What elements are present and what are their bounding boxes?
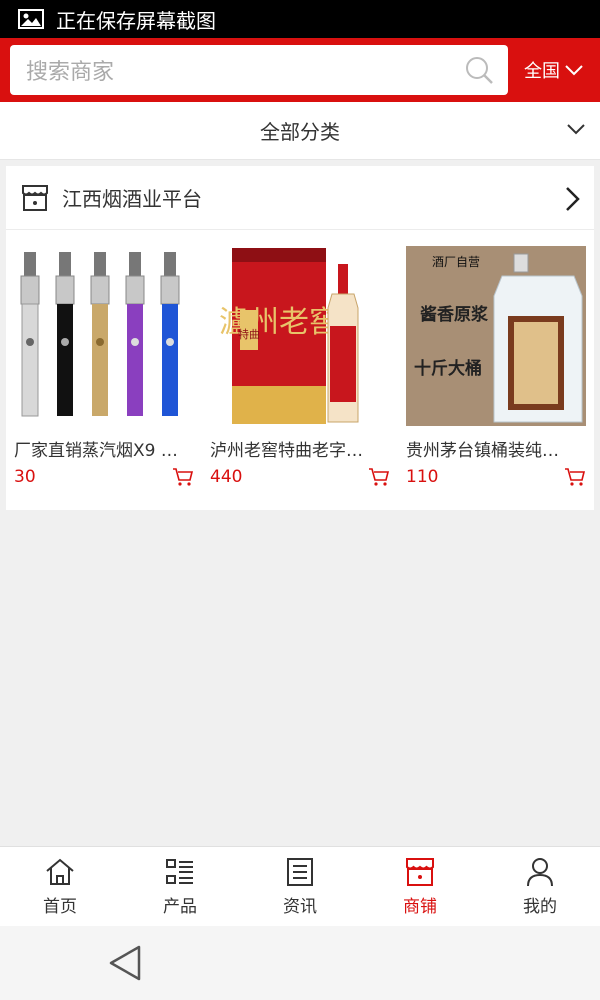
nav-item-home[interactable]: 首页 [0,847,120,926]
list-icon [166,859,193,884]
product-price: 440 [210,467,243,487]
category-label: 全部分类 [260,120,340,144]
nav-item-products[interactable]: 产品 [120,847,240,926]
product-image-big-text: 十斤大桶 [414,358,482,379]
product-image-top-text: 酒厂自营 [432,255,480,269]
shop-name: 江西烟酒业平台 [62,187,202,211]
news-icon [287,858,313,886]
search-input[interactable]: 搜索商家 [10,45,508,95]
chevron-down-icon [565,65,583,76]
home-icon [46,858,74,885]
search-placeholder: 搜索商家 [26,60,115,85]
product-item[interactable]: 瀘州老窖 特曲 泸州老窖特曲老字… 440 [210,246,390,487]
product-list: 厂家直销蒸汽烟X9 … 30 瀘州老窖 特曲 泸州老窖特曲老字… 440 酒厂自… [6,246,594,487]
nav-label: 首页 [43,897,77,917]
shop-header[interactable]: 江西烟酒业平台 [6,166,594,230]
nav-item-profile[interactable]: 我的 [480,847,600,926]
product-image-side-text: 特曲 [238,327,260,341]
search-icon[interactable] [464,55,494,85]
cart-icon[interactable] [368,467,390,487]
product-name: 厂家直销蒸汽烟X9 … [14,441,178,461]
product-item[interactable]: 酒厂自营 酱香原浆 十斤大桶 贵州茅台镇桶装纯… 110 [406,246,586,487]
shop-card: 江西烟酒业平台 厂家直销蒸汽烟X9 … 30 瀘州老窖 特曲 泸州老窖特曲老字…… [6,166,594,510]
shop-icon [406,858,434,886]
system-nav-bar [0,926,600,1000]
back-icon[interactable] [108,944,142,982]
nav-label: 产品 [163,897,197,917]
store-icon [22,184,48,211]
nav-label: 我的 [523,897,557,917]
product-item[interactable]: 厂家直销蒸汽烟X9 … 30 [14,246,194,487]
product-image-baijiu-box[interactable]: 瀘州老窖 特曲 [210,246,390,426]
nav-item-shops[interactable]: 商铺 [360,847,480,926]
nav-label: 商铺 [403,897,437,917]
cart-icon[interactable] [172,467,194,487]
product-image-liquor-jug[interactable]: 酒厂自营 酱香原浆 十斤大桶 [406,246,586,426]
status-bar: 正在保存屏幕截图 [0,0,600,38]
region-label: 全国 [524,61,560,82]
product-image-main-text: 酱香原浆 [420,304,489,325]
region-selector[interactable]: 全国 [508,57,600,83]
product-name: 贵州茅台镇桶装纯… [406,441,559,461]
cart-icon[interactable] [564,467,586,487]
status-text: 正在保存屏幕截图 [56,8,216,33]
chevron-right-icon[interactable] [564,186,580,212]
user-icon [527,858,553,887]
chevron-down-icon [567,124,585,135]
nav-item-news[interactable]: 资讯 [240,847,360,926]
product-price: 110 [406,467,439,487]
product-name: 泸州老窖特曲老字… [210,441,363,461]
nav-label: 资讯 [283,897,317,917]
product-image-brand-text: 瀘州老窖 [219,305,339,340]
search-header: 搜索商家 全国 [0,38,600,102]
product-image-vape-pens[interactable] [14,246,194,426]
bottom-nav: 首页 产品 资讯 商铺 我的 [0,846,600,926]
category-filter[interactable]: 全部分类 [0,102,600,160]
product-price: 30 [14,467,36,487]
image-icon [18,9,44,29]
